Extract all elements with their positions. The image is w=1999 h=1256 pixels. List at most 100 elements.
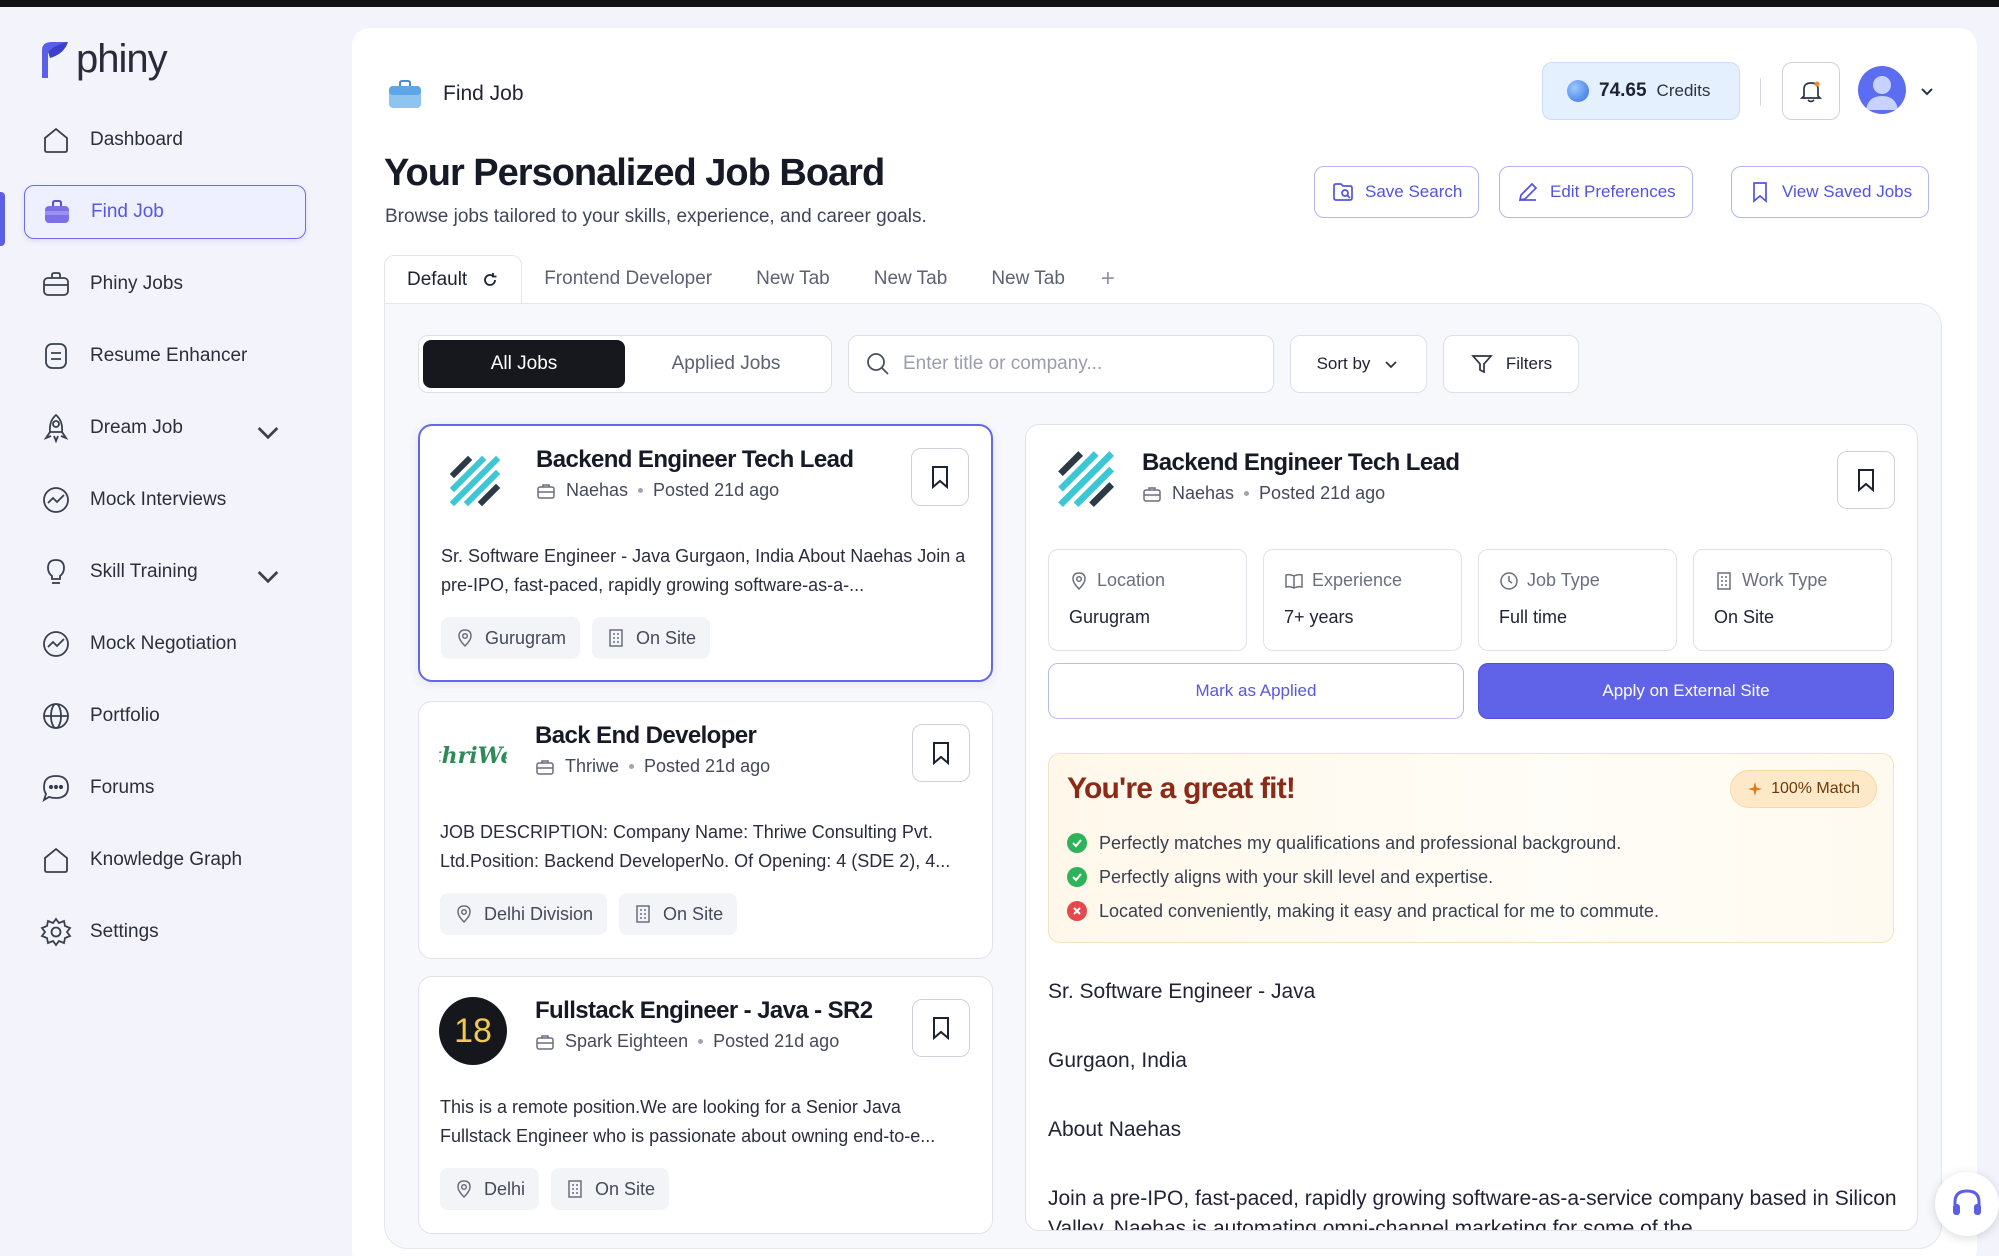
tab-bar: Default Frontend Developer New Tab New T… — [384, 255, 1129, 303]
tab-label: Frontend Developer — [544, 268, 713, 289]
sidebar-item-knowledge-graph[interactable]: Knowledge Graph — [24, 833, 306, 887]
chart-bubble-icon — [43, 631, 69, 657]
avatar[interactable] — [1858, 66, 1906, 114]
logo-text: phiny — [76, 37, 168, 81]
tab-label: New Tab — [873, 268, 948, 289]
sidebar-item-skill-training[interactable]: Skill Training — [24, 545, 306, 599]
home-icon — [44, 127, 68, 153]
applied-jobs-button[interactable]: Applied Jobs — [625, 340, 827, 388]
search-input[interactable] — [903, 353, 1243, 375]
sidebar-item-label: Find Job — [91, 201, 164, 222]
description-paragraph: Join a pre-IPO, fast-paced, rapidly grow… — [1048, 1187, 1897, 1231]
chat-icon — [42, 775, 69, 803]
tab-new-2[interactable]: New Tab — [852, 255, 970, 303]
sort-label: Sort by — [1316, 354, 1371, 373]
job-card[interactable]: Backend Engineer Tech Lead Naehas Posted… — [418, 424, 993, 682]
info-value: 7+ years — [1284, 607, 1354, 627]
company-logo: 18 — [439, 997, 507, 1065]
fit-point: Perfectly matches my qualifications and … — [1067, 826, 1659, 860]
company-name: Naehas — [566, 480, 629, 500]
sidebar-item-label: Skill Training — [90, 561, 198, 582]
job-title: Backend Engineer Tech Lead — [536, 446, 854, 473]
sort-dropdown[interactable]: Sort by — [1290, 335, 1427, 393]
logo[interactable]: phiny — [38, 37, 168, 82]
sidebar-item-find-job[interactable]: Find Job — [24, 185, 306, 239]
building-icon — [609, 629, 623, 647]
spark-eighteen-logo: 18 — [454, 1011, 492, 1050]
sidebar-item-phiny-jobs[interactable]: Phiny Jobs — [24, 257, 306, 311]
all-jobs-button[interactable]: All Jobs — [423, 340, 625, 388]
bookmark-button[interactable] — [912, 724, 970, 782]
bookmark-icon — [932, 466, 948, 489]
notifications-button[interactable] — [1782, 62, 1840, 120]
job-description: This is a remote position.We are looking… — [440, 1097, 936, 1146]
info-label-text: Experience — [1312, 570, 1403, 590]
chevron-down-icon[interactable] — [252, 560, 284, 592]
view-saved-jobs-button[interactable]: View Saved Jobs — [1731, 166, 1930, 218]
fit-point-text: Located conveniently, making it easy and… — [1099, 900, 1659, 921]
save-search-button[interactable]: Save Search — [1314, 166, 1480, 218]
apply-external-button[interactable]: Apply on External Site — [1478, 663, 1894, 719]
company-logo — [440, 446, 508, 514]
match-badge: 100% Match — [1730, 770, 1877, 808]
job-title: Back End Developer — [535, 722, 757, 749]
building-icon — [1717, 571, 1731, 590]
sidebar-item-label: Mock Negotiation — [90, 633, 237, 654]
sidebar-item-label: Settings — [90, 921, 159, 942]
sidebar-item-portfolio[interactable]: Portfolio — [24, 689, 306, 743]
main-panel: Find Job 74.65 Credits Your Personalized… — [352, 28, 1977, 1256]
sidebar-item-resume-enhancer[interactable]: Resume Enhancer — [24, 329, 306, 383]
sidebar-item-label: Phiny Jobs — [90, 273, 183, 294]
phiny-logo-icon — [42, 41, 68, 78]
credits-badge[interactable]: 74.65 Credits — [1542, 62, 1740, 120]
clock-icon — [1500, 571, 1518, 590]
job-card[interactable]: 18 Fullstack Engineer - Java - SR2 Spark… — [418, 976, 993, 1234]
building-icon — [636, 905, 650, 923]
sidebar-item-mock-negotiation[interactable]: Mock Negotiation — [24, 617, 306, 671]
company-name: Thriwe — [565, 756, 620, 776]
refresh-icon[interactable] — [481, 271, 499, 289]
chevron-down-icon[interactable] — [252, 416, 284, 448]
work-type-text: On Site — [636, 627, 697, 648]
naehas-logo-icon — [449, 455, 501, 507]
add-tab-icon[interactable]: + — [1087, 265, 1129, 293]
company-name: Spark Eighteen — [565, 1031, 689, 1051]
sidebar-item-settings[interactable]: Settings — [24, 905, 306, 959]
info-card-work-type: Work Type On Site — [1693, 549, 1892, 651]
x-circle-icon — [1067, 901, 1087, 921]
home-icon — [44, 847, 68, 873]
job-card[interactable]: thriWe Back End Developer Thriwe Posted … — [418, 701, 993, 959]
job-meta: Naehas Posted 21d ago — [536, 480, 779, 501]
filter-icon — [1470, 355, 1493, 374]
tab-frontend-developer[interactable]: Frontend Developer — [522, 255, 734, 303]
edit-preferences-button[interactable]: Edit Preferences — [1499, 166, 1693, 218]
mark-as-applied-button[interactable]: Mark as Applied — [1048, 663, 1464, 719]
sidebar-item-label: Mock Interviews — [90, 489, 227, 510]
check-circle-icon — [1067, 833, 1087, 853]
location-text: Delhi Division — [484, 903, 594, 924]
tab-new-3[interactable]: New Tab — [969, 255, 1087, 303]
tab-default[interactable]: Default — [384, 255, 523, 303]
tab-new-1[interactable]: New Tab — [734, 255, 852, 303]
sidebar-item-mock-interviews[interactable]: Mock Interviews — [24, 473, 306, 527]
bookmark-button[interactable] — [911, 448, 969, 506]
support-button[interactable] — [1935, 1172, 1999, 1236]
description-paragraph: Gurgaon, India — [1048, 1049, 1187, 1072]
bookmark-button[interactable] — [1837, 451, 1895, 509]
location-text: Delhi — [484, 1178, 526, 1199]
chevron-down-icon[interactable] — [1918, 82, 1936, 100]
company-logo: thriWe — [439, 722, 507, 790]
bookmark-button[interactable] — [912, 999, 970, 1057]
fit-point-text: Perfectly matches my qualifications and … — [1099, 832, 1622, 853]
info-label: Job Type — [1499, 570, 1676, 591]
sidebar-item-dream-job[interactable]: Dream Job — [24, 401, 306, 455]
filters-button[interactable]: Filters — [1443, 335, 1579, 393]
briefcase-icon — [389, 80, 421, 108]
info-label: Work Type — [1714, 570, 1891, 591]
sidebar-item-forums[interactable]: Forums — [24, 761, 306, 815]
sidebar-item-dashboard[interactable]: Dashboard — [24, 113, 306, 167]
headset-icon — [1953, 1189, 1981, 1215]
bookmark-icon — [933, 1017, 949, 1040]
meta-separator — [698, 1039, 704, 1044]
info-label-text: Job Type — [1527, 570, 1600, 590]
